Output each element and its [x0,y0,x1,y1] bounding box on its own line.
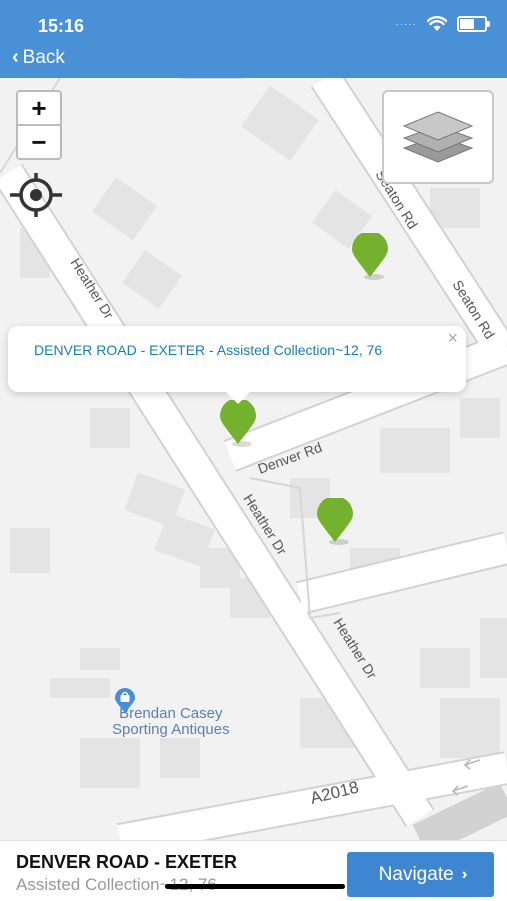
collection-marker-selected[interactable] [218,400,260,450]
collection-marker-1[interactable] [350,233,392,283]
locate-me-button[interactable] [8,170,64,220]
popup-text: DENVER ROAD - EXETER - Assisted Collecti… [34,342,383,358]
map-pin-icon [220,400,256,447]
map-view[interactable]: Seaton Rd Seaton Rd Heather Dr Heather D… [0,78,507,840]
cellular-signal-icon: ····· [395,18,417,30]
popup-close-button[interactable]: × [447,328,458,349]
zoom-in-button[interactable]: + [18,92,60,124]
double-chevron-right-icon: ›› [461,865,466,883]
battery-icon [457,16,490,32]
map-pin-icon [352,233,388,280]
wifi-icon [427,16,447,31]
poi-name-line2: Sporting Antiques [112,721,230,738]
zoom-control: + − [16,90,62,160]
back-button[interactable]: ‹ Back [12,46,65,69]
location-title: DENVER ROAD - EXETER [16,852,238,872]
map-canvas: Seaton Rd Seaton Rd Heather Dr Heather D… [0,78,507,840]
marker-popup: DENVER ROAD - EXETER - Assisted Collecti… [8,326,466,404]
shopping-bag-icon [115,688,135,713]
navigate-label: Navigate [378,863,454,885]
zoom-out-button[interactable]: − [18,126,60,158]
top-bar: 15:16 ····· ‹ Back [0,0,507,78]
poi-label[interactable]: Brendan Casey Sporting Antiques [112,688,230,738]
layers-icon [402,111,474,163]
bottom-info-bar: DENVER ROAD - EXETER Assisted Collection… [0,840,507,901]
map-layers-button[interactable] [382,90,494,184]
chevron-left-icon: ‹ [12,46,19,68]
status-icons: ····· [395,16,490,32]
map-pin-icon [317,498,353,545]
status-time: 15:16 [38,16,85,36]
collection-marker-3[interactable] [315,498,357,548]
home-indicator [165,884,345,889]
crosshair-icon [10,173,62,217]
navigate-button[interactable]: Navigate ›› [347,852,494,897]
back-label: Back [22,46,65,68]
